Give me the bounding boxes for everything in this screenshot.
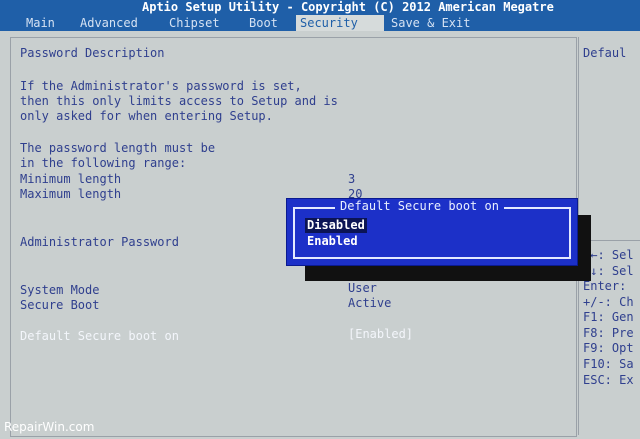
help-title: Defaul xyxy=(583,46,627,60)
tab-save-exit[interactable]: Save & Exit xyxy=(387,15,474,31)
help-key-esc: ESC: Ex xyxy=(583,373,634,387)
password-description-heading: Password Description xyxy=(20,46,165,60)
help-key-f1: F1: Gen xyxy=(583,310,634,324)
help-key-enter: Enter: xyxy=(583,279,627,293)
minimum-length-value: 3 xyxy=(348,172,356,186)
length-info-line-2: in the following range: xyxy=(20,156,187,170)
popup-frame: Default Secure boot on Disabled Enabled xyxy=(293,199,571,259)
description-line-1: If the Administrator's password is set, xyxy=(20,79,302,93)
description-line-2: then this only limits access to Setup an… xyxy=(20,94,338,108)
tab-advanced[interactable]: Advanced xyxy=(76,15,142,31)
help-key-f9: F9: Opt xyxy=(583,341,634,355)
popup-title: Default Secure boot on xyxy=(335,199,504,214)
tab-main[interactable]: Main xyxy=(22,15,59,31)
tab-chipset[interactable]: Chipset xyxy=(165,15,224,31)
watermark: RepairWin.com xyxy=(4,420,95,434)
help-key-f10: F10: Sa xyxy=(583,357,634,371)
tab-boot[interactable]: Boot xyxy=(245,15,282,31)
tab-security[interactable]: Security xyxy=(296,15,384,31)
default-secure-boot-item[interactable]: Default Secure boot on xyxy=(20,329,179,344)
system-mode-value: User xyxy=(348,281,377,295)
tab-bar: Main Advanced Chipset Boot Security Save… xyxy=(0,15,640,31)
description-line-3: only asked for when entering Setup. xyxy=(20,109,273,123)
popup-option-enabled[interactable]: Enabled xyxy=(305,234,360,249)
header-bar: Aptio Setup Utility - Copyright (C) 2012… xyxy=(0,0,640,31)
length-info-line-1: The password length must be xyxy=(20,141,216,155)
secure-boot-popup: Default Secure boot on Disabled Enabled xyxy=(286,198,578,266)
popup-option-disabled[interactable]: Disabled xyxy=(305,218,367,233)
secure-boot-value: Active xyxy=(348,296,392,310)
secure-boot-label: Secure Boot xyxy=(20,298,100,312)
help-key-f8: F8: Pre xyxy=(583,326,634,340)
maximum-length-label: Maximum length xyxy=(20,187,122,201)
administrator-password-item[interactable]: Administrator Password xyxy=(20,235,179,250)
system-mode-label: System Mode xyxy=(20,283,100,297)
default-secure-boot-value[interactable]: [Enabled] xyxy=(348,327,413,342)
help-key-change: +/-: Ch xyxy=(583,295,634,309)
app-title: Aptio Setup Utility - Copyright (C) 2012… xyxy=(142,0,554,14)
minimum-length-label: Minimum length xyxy=(20,172,122,186)
